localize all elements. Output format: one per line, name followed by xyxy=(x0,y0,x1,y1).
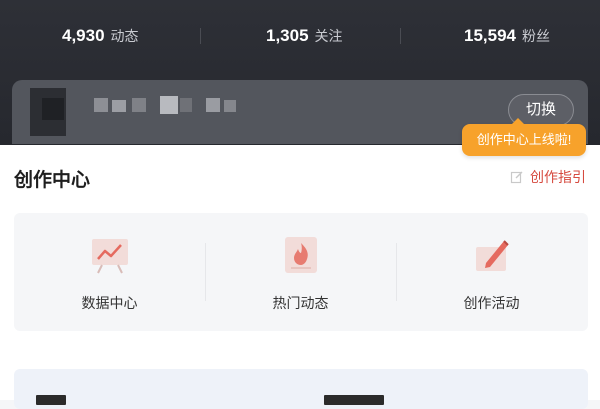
cut-off-text xyxy=(324,395,384,405)
next-section-card xyxy=(14,369,588,409)
creation-guide-label: 创作指引 xyxy=(530,169,586,185)
pencil-board-icon xyxy=(470,233,514,277)
creation-center-tooltip[interactable]: 创作中心上线啦! xyxy=(462,118,586,156)
stat-followers[interactable]: 15,594 粉丝 xyxy=(464,22,550,50)
stat-posts[interactable]: 4,930 动态 xyxy=(62,22,139,50)
tool-hot-posts-label: 热门动态 xyxy=(272,295,329,311)
tool-creation-activity[interactable]: 创作活动 xyxy=(396,213,587,331)
stat-divider xyxy=(200,28,201,44)
stat-divider xyxy=(400,28,401,44)
stat-following-value: 1,305 xyxy=(266,26,309,45)
redacted-block xyxy=(180,98,192,112)
tool-hot-posts[interactable]: 热门动态 xyxy=(205,213,396,331)
creation-guide-link[interactable]: 创作指引 xyxy=(510,167,586,187)
cut-off-text xyxy=(36,395,66,405)
stat-posts-label: 动态 xyxy=(110,28,139,44)
data-chart-icon xyxy=(88,233,132,277)
redacted-block xyxy=(112,100,126,112)
tool-data-center-label: 数据中心 xyxy=(81,295,138,311)
redacted-block xyxy=(132,98,146,112)
redacted-block xyxy=(224,100,236,112)
stat-following[interactable]: 1,305 关注 xyxy=(266,22,343,50)
stats-bar: 4,930 动态 1,305 关注 15,594 粉丝 xyxy=(0,0,600,70)
creation-tools: 数据中心 热门动态 创作活动 xyxy=(14,213,588,331)
tool-creation-activity-label: 创作活动 xyxy=(463,295,520,311)
stat-followers-label: 粉丝 xyxy=(522,28,550,44)
stat-posts-value: 4,930 xyxy=(62,26,105,45)
section-title: 创作中心 xyxy=(14,170,91,191)
redacted-block xyxy=(94,98,108,112)
edit-icon xyxy=(510,171,523,184)
stat-following-label: 关注 xyxy=(314,28,343,44)
hot-fire-icon xyxy=(279,233,323,277)
stat-followers-value: 15,594 xyxy=(464,26,516,45)
redacted-block xyxy=(42,98,64,120)
tool-data-center[interactable]: 数据中心 xyxy=(14,213,205,331)
redacted-block xyxy=(206,98,220,112)
redacted-block xyxy=(160,96,178,114)
main-content: 创作中心 创作指引 数据中心 热门动态 创作活动 xyxy=(0,145,600,409)
